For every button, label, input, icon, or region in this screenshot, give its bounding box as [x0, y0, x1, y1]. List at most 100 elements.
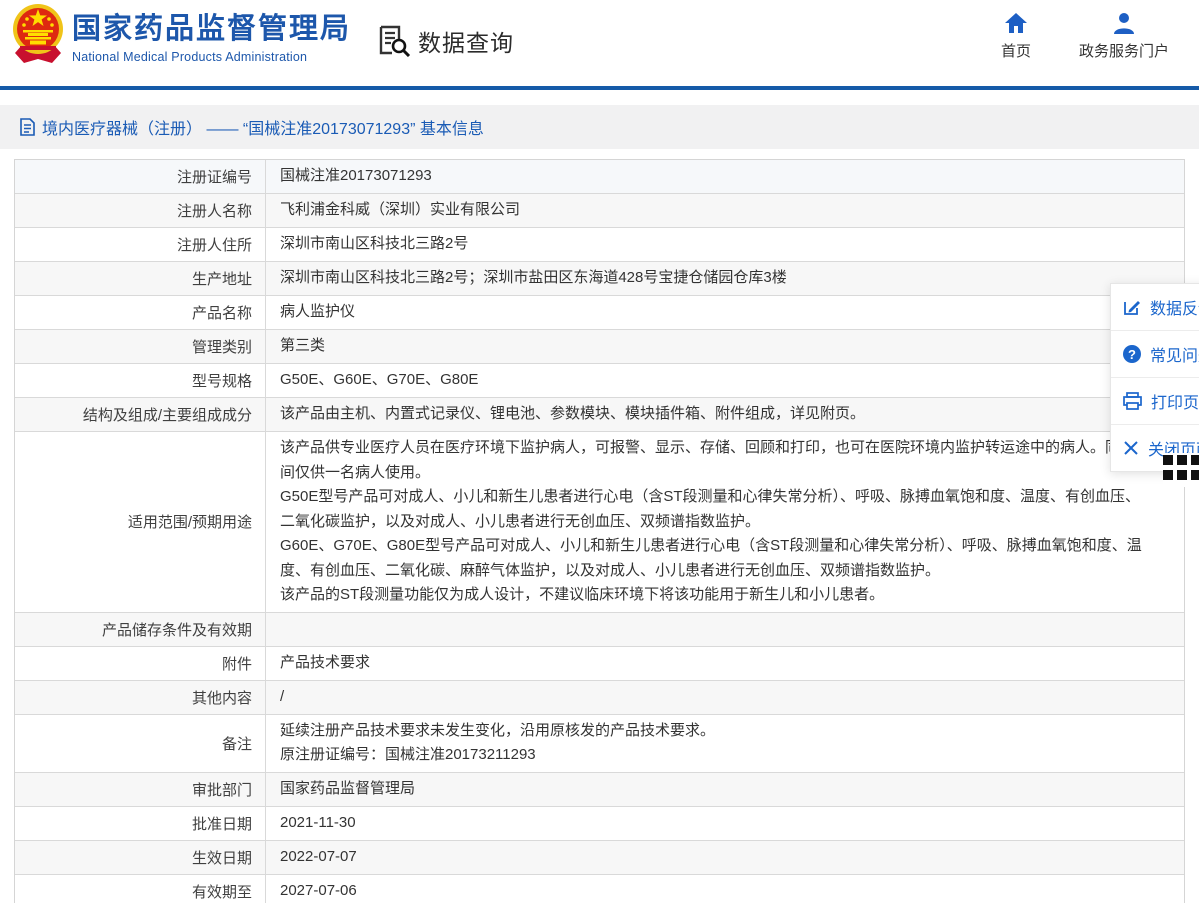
national-emblem-logo	[10, 3, 66, 65]
side-menu: 数据反馈 ? 常见问题 打印页面 关闭页面	[1110, 283, 1199, 472]
row-label: 注册人名称	[15, 194, 266, 227]
row-value: 该产品供专业医疗人员在医疗环境下监护病人，可报警、显示、存储、回顾和打印，也可在…	[266, 432, 1184, 612]
row-value-line	[280, 617, 1150, 642]
row-value: 2027-07-06	[266, 875, 1184, 903]
table-row: 其他内容 /	[15, 680, 1184, 714]
breadcrumb: 境内医疗器械（注册） —— “国械注准20173071293” 基本信息	[42, 115, 484, 139]
row-value: 国械注准20173071293	[266, 160, 1184, 193]
top-nav: 首页 政务服务门户	[1001, 12, 1169, 61]
row-label: 注册证编号	[15, 160, 266, 193]
table-row: 管理类别第三类	[15, 329, 1184, 363]
faq-question-icon: ?	[1123, 345, 1141, 363]
row-value-line: 延续注册产品技术要求未发生变化，沿用原核发的产品技术要求。	[280, 719, 1150, 744]
row-value-line: 深圳市南山区科技北三路2号；深圳市盐田区东海道428号宝捷仓储园仓库3楼	[280, 266, 1150, 291]
nav-item-home[interactable]: 首页	[1001, 12, 1031, 61]
row-label: 备注	[15, 715, 266, 772]
row-label: 批准日期	[15, 807, 266, 840]
menu-item-print[interactable]: 打印页面	[1111, 377, 1199, 424]
row-label: 审批部门	[15, 773, 266, 806]
table-row: 产品名称病人监护仪	[15, 295, 1184, 329]
menu-item-feedback[interactable]: 数据反馈	[1111, 284, 1199, 330]
row-value: 深圳市南山区科技北三路2号；深圳市盐田区东海道428号宝捷仓储园仓库3楼	[266, 262, 1184, 295]
home-icon	[1004, 12, 1028, 34]
table-row: 适用范围/预期用途该产品供专业医疗人员在医疗环境下监护病人，可报警、显示、存储、…	[15, 431, 1184, 612]
section-title: 数据查询	[418, 24, 514, 58]
nav-item-label: 首页	[1001, 40, 1031, 61]
org-name-en: National Medical Products Administration	[72, 50, 351, 64]
close-icon	[1123, 440, 1139, 456]
table-row: 型号规格 G50E、G60E、G70E、G80E	[15, 363, 1184, 397]
row-label: 其他内容	[15, 681, 266, 714]
table-row: 结构及组成/主要组成成分该产品由主机、内置式记录仪、锂电池、参数模块、模块插件箱…	[15, 397, 1184, 431]
table-row: 有效期至 2027-07-06	[15, 874, 1184, 903]
row-value-line: 该产品的ST段测量功能仅为成人设计，不建议临床环境下将该功能用于新生儿和小儿患者…	[280, 583, 1150, 608]
section-title-block: 数据查询	[377, 24, 514, 58]
user-icon	[1112, 12, 1136, 34]
row-value: 第三类	[266, 330, 1184, 363]
row-value-line: 2021-11-30	[280, 811, 1150, 836]
table-row: 附件产品技术要求	[15, 646, 1184, 680]
row-value-line: 国家药品监督管理局	[280, 777, 1150, 802]
row-value-line: /	[280, 685, 1150, 710]
row-value: 国家药品监督管理局	[266, 773, 1184, 806]
nav-item-gov-portal[interactable]: 政务服务门户	[1079, 12, 1169, 61]
row-label: 结构及组成/主要组成成分	[15, 398, 266, 431]
row-label: 注册人住所	[15, 228, 266, 261]
row-value-line: 国械注准20173071293	[280, 164, 1150, 189]
row-value: G50E、G60E、G70E、G80E	[266, 364, 1184, 397]
org-name-cn: 国家药品监督管理局	[72, 12, 351, 46]
data-query-icon	[377, 25, 411, 57]
row-label: 生产地址	[15, 262, 266, 295]
row-value: 该产品由主机、内置式记录仪、锂电池、参数模块、模块插件箱、附件组成，详见附页。	[266, 398, 1184, 431]
row-value	[266, 613, 1184, 646]
row-label: 管理类别	[15, 330, 266, 363]
row-value-line: 深圳市南山区科技北三路2号	[280, 232, 1150, 257]
table-row: 注册人名称飞利浦金科威（深圳）实业有限公司	[15, 193, 1184, 227]
document-icon	[20, 118, 35, 136]
row-value: 延续注册产品技术要求未发生变化，沿用原核发的产品技术要求。原注册证编号：国械注准…	[266, 715, 1184, 772]
menu-item-faq[interactable]: ? 常见问题	[1111, 330, 1199, 377]
print-icon	[1123, 392, 1142, 410]
row-value-line: G50E、G60E、G70E、G80E	[280, 368, 1150, 393]
row-value: 飞利浦金科威（深圳）实业有限公司	[266, 194, 1184, 227]
row-value: 病人监护仪	[266, 296, 1184, 329]
breadcrumb-bar: 境内医疗器械（注册） —— “国械注准20173071293” 基本信息	[0, 105, 1199, 149]
nav-item-label: 政务服务门户	[1079, 40, 1169, 61]
menu-item-label: 常见问题	[1150, 342, 1199, 366]
row-value-line: 2022-07-07	[280, 845, 1150, 870]
table-row: 注册证编号国械注准20173071293	[15, 160, 1184, 193]
row-label: 产品储存条件及有效期	[15, 613, 266, 646]
row-label: 产品名称	[15, 296, 266, 329]
row-value-line: 飞利浦金科威（深圳）实业有限公司	[280, 198, 1150, 223]
row-value-line: 2027-07-06	[280, 879, 1150, 903]
row-value-line: 产品技术要求	[280, 651, 1150, 676]
table-row: 批准日期 2021-11-30	[15, 806, 1184, 840]
menu-item-label: 数据反馈	[1150, 295, 1199, 319]
row-value-line: 病人监护仪	[280, 300, 1150, 325]
table-row: 审批部门国家药品监督管理局	[15, 772, 1184, 806]
header-divider	[0, 86, 1199, 90]
row-value-line: G50E型号产品可对成人、小儿和新生儿患者进行心电（含ST段测量和心律失常分析）…	[280, 485, 1150, 534]
table-row: 生产地址深圳市南山区科技北三路2号；深圳市盐田区东海道428号宝捷仓储园仓库3楼	[15, 261, 1184, 295]
row-value-line: G60E、G70E、G80E型号产品可对成人、小儿和新生儿患者进行心电（含ST段…	[280, 534, 1150, 583]
rows-mount: 注册证编号国械注准20173071293注册人名称飞利浦金科威（深圳）实业有限公…	[15, 160, 1184, 903]
table-row: 注册人住所深圳市南山区科技北三路2号	[15, 227, 1184, 261]
page: 国家药品监督管理局 National Medical Products Admi…	[0, 0, 1199, 903]
qr-code-fragment	[1163, 453, 1199, 487]
row-label: 型号规格	[15, 364, 266, 397]
table-row: 产品储存条件及有效期	[15, 612, 1184, 646]
row-label: 有效期至	[15, 875, 266, 903]
row-value: 产品技术要求	[266, 647, 1184, 680]
row-value: 深圳市南山区科技北三路2号	[266, 228, 1184, 261]
row-value: 2022-07-07	[266, 841, 1184, 874]
row-value: /	[266, 681, 1184, 714]
row-label: 附件	[15, 647, 266, 680]
site-header: 国家药品监督管理局 National Medical Products Admi…	[0, 0, 1199, 86]
table-row: 生效日期2022-07-07	[15, 840, 1184, 874]
org-title-block: 国家药品监督管理局 National Medical Products Admi…	[72, 12, 351, 64]
row-label: 适用范围/预期用途	[15, 432, 266, 612]
feedback-edit-icon	[1123, 298, 1141, 316]
row-value-line: 第三类	[280, 334, 1150, 359]
table-row: 备注延续注册产品技术要求未发生变化，沿用原核发的产品技术要求。原注册证编号：国械…	[15, 714, 1184, 772]
menu-item-label: 打印页面	[1151, 389, 1199, 413]
